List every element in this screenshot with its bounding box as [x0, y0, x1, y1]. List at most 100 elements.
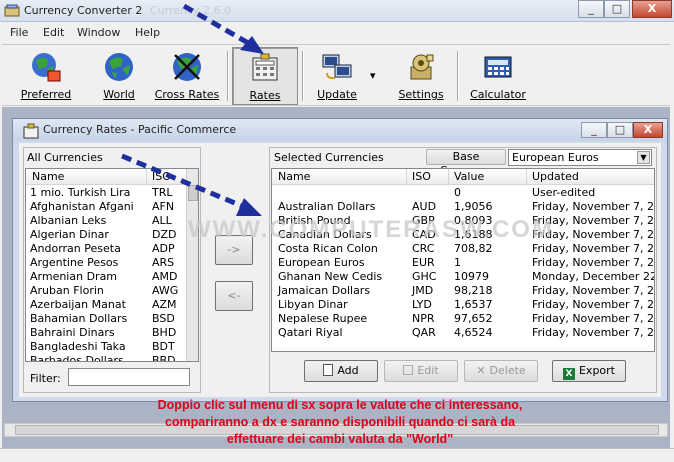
annotation-arrow-list [121, 153, 262, 216]
table-row[interactable]: Costa Rican Colon CRC 708,82 Friday, Novemb… [272, 242, 654, 256]
update-button[interactable]: Update [306, 47, 368, 105]
currency-name: Nepalese Rupee [278, 312, 368, 325]
list-item[interactable]: Andorran Peseta ADP [26, 242, 186, 256]
menu-help[interactable]: Help [135, 26, 160, 39]
currency-name: Aruban Florin [30, 284, 104, 297]
list-item[interactable]: Azerbaijan Manat AZM [26, 298, 186, 312]
column-header-name[interactable]: Name [278, 170, 310, 183]
preferred-icon [32, 53, 61, 82]
currency-name: European Euros [278, 256, 365, 269]
filter-label: Filter: [30, 372, 61, 385]
currency-updated: Friday, November 7, 2... [532, 298, 655, 311]
table-row[interactable]: Jamaican Dollars JMD 98,218 Friday, Novembe… [272, 284, 654, 298]
table-row[interactable]: Australian Dollars AUD 1,9056 Friday, Novem… [272, 200, 654, 214]
table-row[interactable]: Ghanan New Cedis GHC 10979 Monday, December… [272, 270, 654, 284]
selected-currencies-panel: Selected Currencies Base Currency: Europ… [269, 147, 657, 393]
move-left-button[interactable]: <- [215, 281, 253, 311]
caption-line-3: effettuare dei cambi valuta da "World" [226, 432, 454, 446]
list-item[interactable]: Bangladeshi Taka BDT [26, 340, 186, 354]
caption-line-2: compariranno a dx e saranno disponibili … [164, 415, 516, 429]
list-item[interactable]: Aruban Florin AWG [26, 284, 186, 298]
currency-name: Australian Dollars [278, 200, 376, 213]
minimize-button[interactable]: _ [578, 0, 604, 18]
currency-iso: AWG [152, 284, 179, 297]
export-button[interactable]: X Export [552, 360, 626, 382]
list-item[interactable]: Algerian Dinar DZD [26, 228, 186, 242]
currency-updated: Friday, November 7, 2... [532, 256, 655, 269]
column-header-iso[interactable]: ISO [412, 170, 431, 183]
annotation-arrow-toolbar [182, 3, 264, 54]
currency-value: 1,9056 [454, 200, 493, 213]
world-button[interactable]: World [90, 47, 148, 105]
delete-button[interactable]: ✕ Delete [464, 360, 538, 382]
annotation-caption: Doppio clic sul menu di sx sopra le valu… [70, 397, 610, 448]
calculator-label: Calculator [470, 88, 526, 101]
menu-window[interactable]: Window [77, 26, 120, 39]
currency-iso: BDT [152, 340, 175, 353]
table-row[interactable]: 0 User-edited [272, 186, 654, 200]
chevron-down-icon[interactable]: ▼ [637, 151, 650, 164]
column-header-name[interactable]: Name [32, 170, 64, 183]
edit-button[interactable]: Edit [384, 360, 458, 382]
maximize-button[interactable]: □ [604, 0, 630, 18]
edit-icon [403, 365, 414, 375]
currency-value: 97,652 [454, 312, 493, 325]
rates-window-icon [23, 123, 39, 139]
add-button[interactable]: Add [304, 360, 378, 382]
preferred-button[interactable]: Preferred [8, 47, 84, 105]
column-header-updated[interactable]: Updated [532, 170, 579, 183]
settings-button[interactable]: Settings [390, 47, 452, 105]
currency-iso: JMD [412, 284, 434, 297]
add-button-label: Add [337, 364, 359, 377]
column-header-value[interactable]: Value [454, 170, 484, 183]
currency-name: Bangladeshi Taka [30, 340, 126, 353]
close-button[interactable]: X [632, 0, 672, 18]
title-bar: Currency Converter 2 Currency 2.6.0 _ □ … [0, 0, 674, 22]
currency-iso: GHC [412, 270, 437, 283]
cross-rates-label: Cross Rates [154, 88, 220, 101]
currency-iso: EUR [412, 256, 435, 269]
list-item[interactable]: Bahraini Dinars BHD [26, 326, 186, 340]
table-row[interactable]: Nepalese Rupee NPR 97,652 Friday, November … [272, 312, 654, 326]
list-item[interactable]: Bahamian Dollars BSD [26, 312, 186, 326]
currency-name: 1 mio. Turkish Lira [30, 186, 131, 199]
list-item[interactable]: Barbados Dollars BBD [26, 354, 186, 362]
all-currencies-title: All Currencies [27, 151, 103, 164]
table-row[interactable]: Qatari Riyal QAR 4,6524 Friday, November 7,… [272, 326, 655, 340]
window-title: Currency Converter 2 [24, 4, 143, 17]
child-title-bar: Currency Rates - Pacific Commerce _ □ X [13, 119, 667, 141]
child-body: All Currencies Name ISO 1 mio. Turkish L… [19, 143, 661, 397]
currency-name: Libyan Dinar [278, 298, 348, 311]
rates-label: Rates [249, 89, 281, 102]
calculator-button[interactable]: Calculator [464, 47, 532, 105]
currency-updated: Friday, November 7, 2... [532, 326, 655, 339]
update-icon [322, 54, 352, 80]
child-minimize-button[interactable]: _ [581, 122, 607, 138]
currency-name: Algerian Dinar [30, 228, 109, 241]
child-maximize-button[interactable]: □ [607, 122, 633, 138]
table-row[interactable]: Libyan Dinar LYD 1,6537 Friday, November 7,… [272, 298, 655, 312]
toolbar-separator [457, 51, 459, 101]
currency-name: Argentine Pesos [30, 256, 119, 269]
excel-icon: X [562, 368, 575, 380]
currency-iso: AZM [152, 298, 177, 311]
watermark: WWW.COMPUTERASW.COM [188, 216, 554, 243]
menu-file[interactable]: File [10, 26, 28, 39]
filter-input[interactable] [68, 368, 190, 386]
list-item[interactable]: Armenian Dram AMD [26, 270, 186, 284]
status-bar [0, 448, 674, 462]
list-item[interactable]: Argentine Pesos ARS [26, 256, 186, 270]
menu-bar: File Edit Window Help [0, 23, 674, 43]
child-close-button[interactable]: X [633, 122, 663, 138]
calculator-icon [484, 56, 512, 78]
currency-name: Albanian Leks [30, 214, 107, 227]
menu-edit[interactable]: Edit [43, 26, 64, 39]
currency-updated: User-edited [532, 186, 596, 199]
column-divider [526, 169, 527, 185]
export-button-label: Export [578, 364, 615, 377]
base-currency-select[interactable]: European Euros ▼ [508, 149, 652, 166]
update-dropdown-arrow[interactable]: ▾ [370, 69, 376, 82]
selected-currencies-list[interactable]: Name ISO Value Updated 0 User-edited Austr… [271, 168, 655, 352]
currency-iso: BBD [152, 354, 176, 362]
table-row[interactable]: European Euros EUR 1 Friday, November 7, 2.… [272, 256, 655, 270]
